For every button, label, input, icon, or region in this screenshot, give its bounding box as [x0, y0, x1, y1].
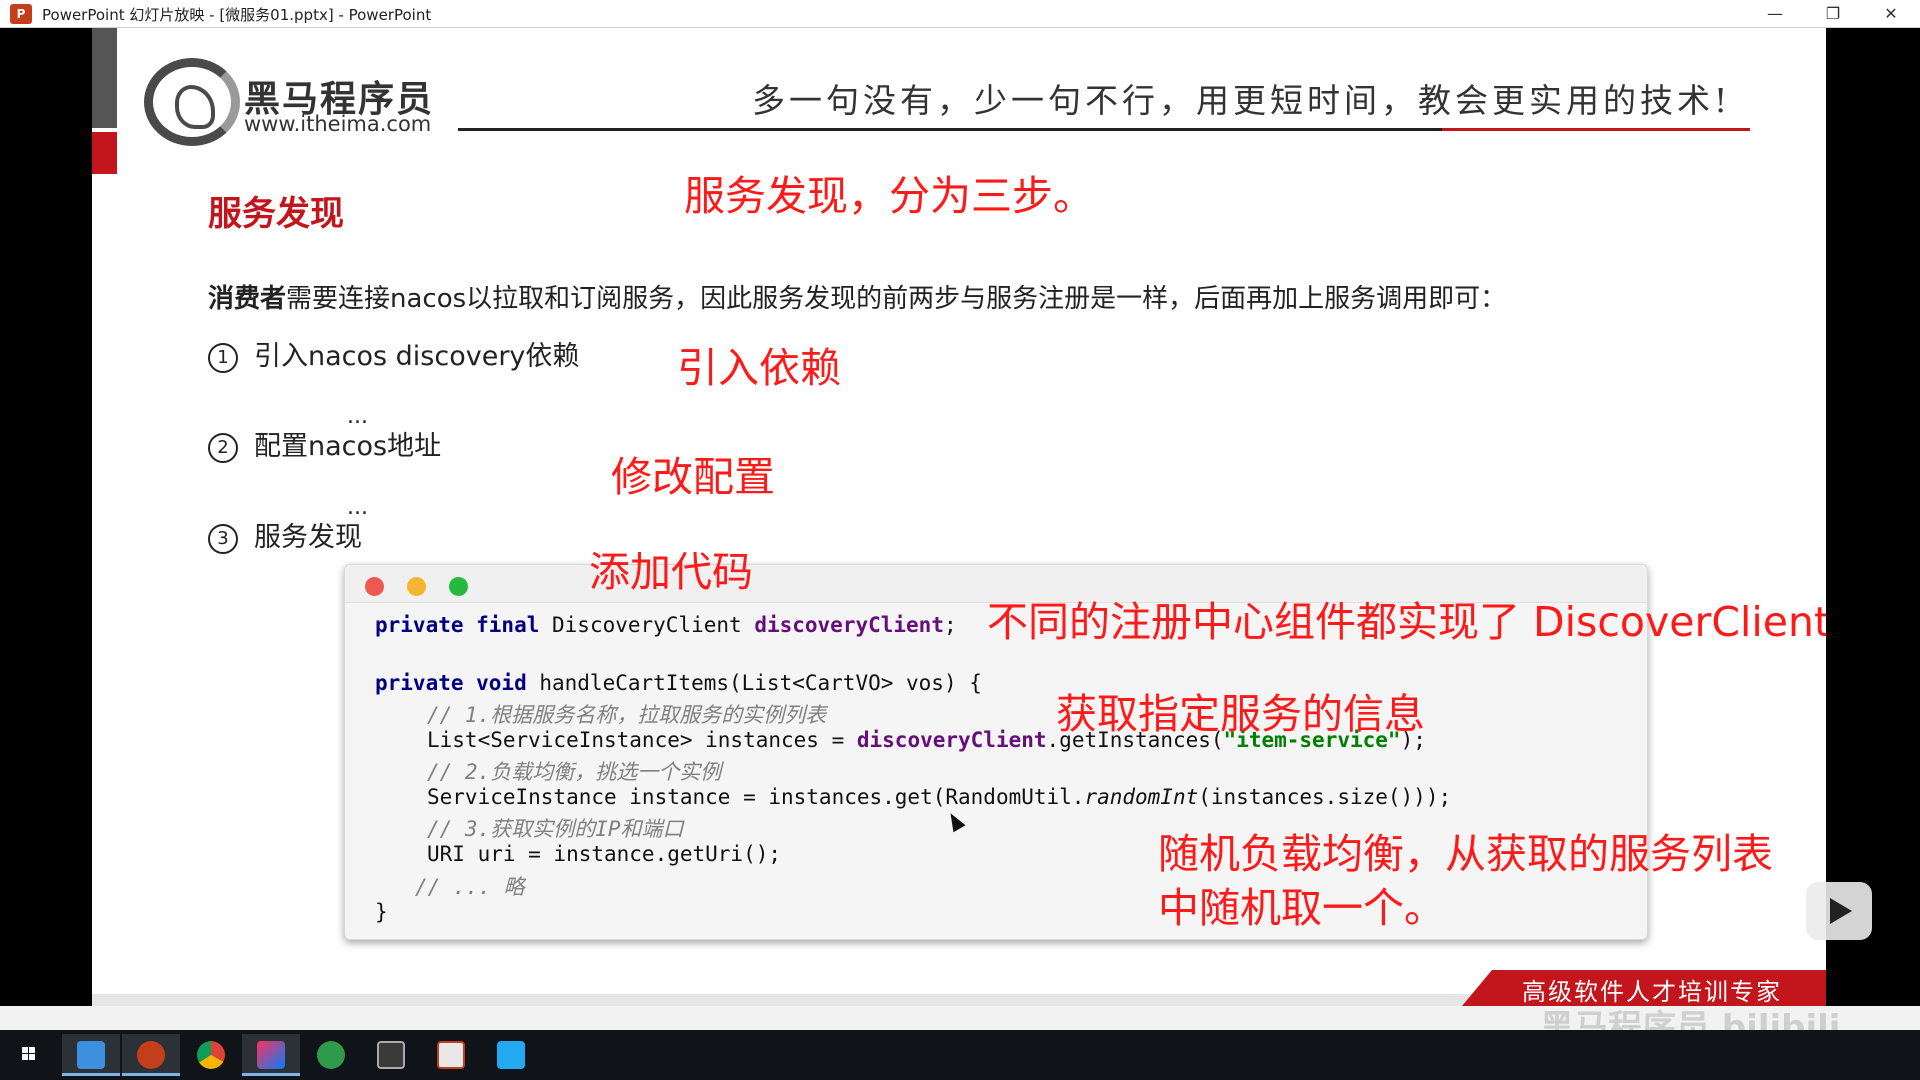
annotation-random-2: 中随机取一个。 [1158, 884, 1445, 932]
taskbar-vscode[interactable] [482, 1034, 540, 1076]
annotation-step2: 修改配置 [611, 453, 775, 501]
taskbar-powerpoint[interactable] [122, 1034, 180, 1076]
taskbar-hbuilder[interactable] [302, 1034, 360, 1076]
hbuilder-icon [317, 1041, 345, 1069]
taskbar-intellij[interactable] [242, 1034, 300, 1076]
window-title: PowerPoint 幻灯片放映 - [微服务01.pptx] - PowerP… [42, 6, 432, 24]
intro-rest: 需要连接nacos以拉取和订阅服务，因此服务发现的前两步与服务注册是一样，后面再… [286, 284, 1507, 314]
play-icon [1830, 898, 1852, 924]
step-number-2: 2 [208, 432, 238, 463]
taskbar-screenshot-tool[interactable] [422, 1034, 480, 1076]
code-line-uri: URI uri = instance.getUri(); [427, 842, 782, 866]
step-1-text: 引入nacos discovery依赖 [254, 341, 580, 372]
brand-url: www.itheima.com [244, 112, 432, 136]
slogan: 多一句没有，少一句不行，用更短时间，教会更实用的技术! [752, 81, 1732, 120]
chrome-icon [197, 1041, 225, 1069]
step-number-3: 3 [208, 523, 238, 554]
code-comment-3: // 3.获取实例的IP和端口 [427, 817, 684, 841]
slide-left-red-bar [92, 132, 117, 174]
intro-text: 消费者需要连接nacos以拉取和订阅服务，因此服务发现的前两步与服务注册是一样，… [208, 278, 1506, 315]
step-3: 3 服务发现 [208, 515, 362, 554]
taskbar-file-explorer[interactable] [62, 1034, 120, 1076]
code-line-instance: ServiceInstance instance = instances.get… [427, 785, 1452, 809]
close-button[interactable]: ✕ [1868, 0, 1914, 28]
folder-icon [77, 1041, 105, 1069]
annotation-interface: 不同的注册中心组件都实现了 DiscoverClient 接口 [987, 598, 1826, 646]
taskbar [0, 1030, 1920, 1080]
step-number-1: 1 [208, 342, 238, 373]
powerpoint-app-icon: P [10, 4, 32, 24]
annotation-get-info: 获取指定服务的信息 [1056, 690, 1425, 738]
step-2-text: 配置nacos地址 [254, 431, 442, 462]
step-1: 1 引入nacos discovery依赖 [208, 334, 579, 373]
code-comment-1: // 1.根据服务名称，拉取服务的实例列表 [427, 703, 827, 727]
red-dot-icon [365, 577, 384, 596]
powerpoint-icon [137, 1041, 165, 1069]
intellij-icon [257, 1041, 285, 1069]
code-comment-2: // 2.负载均衡，挑选一个实例 [427, 760, 722, 784]
annotation-step3: 添加代码 [589, 548, 753, 596]
vscode-icon [497, 1041, 525, 1069]
header-divider-accent [1442, 128, 1750, 131]
slide[interactable]: 黑马程序员 www.itheima.com 多一句没有，少一句不行，用更短时间，… [92, 28, 1826, 1006]
brand-logo-icon [144, 58, 240, 146]
intro-bold: 消费者 [208, 284, 287, 314]
code-line-close: } [375, 900, 388, 924]
step-2: 2 配置nacos地址 [208, 424, 441, 463]
slide-left-accent-bar [92, 28, 117, 128]
annotation-headline: 服务发现，分为三步。 [684, 172, 1094, 220]
taskbar-chrome[interactable] [182, 1034, 240, 1076]
step-3-text: 服务发现 [254, 522, 362, 553]
windows-logo-icon [22, 1047, 35, 1060]
annotation-step1: 引入依赖 [677, 344, 841, 392]
restore-button[interactable]: ❐ [1810, 0, 1856, 28]
code-comment-4: // ... 略 [415, 875, 525, 899]
annotation-random-1: 随机负载均衡，从获取的服务列表 [1158, 830, 1773, 878]
taskbar-terminal[interactable] [362, 1034, 420, 1076]
yellow-dot-icon [407, 577, 426, 596]
start-button[interactable] [0, 1034, 58, 1076]
terminal-icon [377, 1041, 405, 1069]
minimize-button[interactable]: — [1752, 0, 1798, 28]
window-titlebar: P PowerPoint 幻灯片放映 - [微服务01.pptx] - Powe… [0, 0, 1920, 28]
code-line-method: private void handleCartItems(List<CartVO… [375, 671, 982, 695]
code-line-field: private final DiscoveryClient discoveryC… [375, 613, 957, 637]
screenshot-icon [437, 1041, 465, 1069]
slide-title: 服务发现 [208, 194, 344, 234]
green-dot-icon [449, 577, 468, 596]
